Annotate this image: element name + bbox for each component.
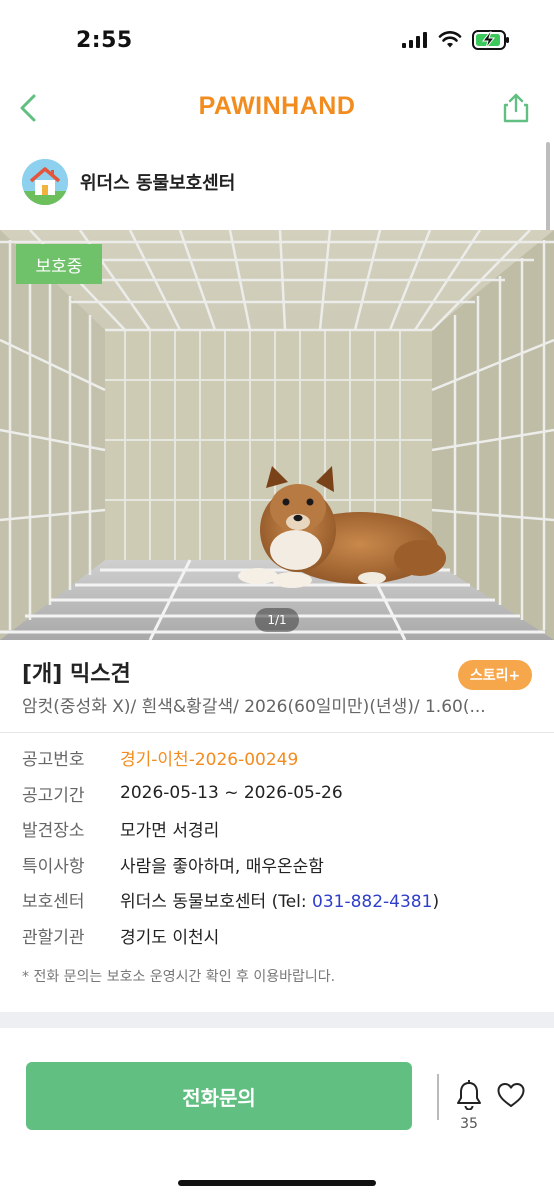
- call-button[interactable]: 전화문의: [26, 1062, 412, 1130]
- photo-page-indicator: 1/1: [255, 608, 299, 632]
- status-bar: 2:55: [0, 0, 554, 80]
- section-separator: [0, 1012, 554, 1028]
- info-label: 특이사항: [22, 856, 85, 877]
- notification-count: 35: [460, 1116, 478, 1132]
- bell-icon: [457, 1080, 481, 1110]
- shelter-contact-value: 위더스 동물보호센터 (Tel: 031-882-4381): [120, 887, 439, 912]
- info-label: 공고기간: [22, 785, 85, 806]
- pet-summary: 암컷(중성화 X)/ 흰색&황갈색/ 2026(60일미만)(년생)/ 1.60…: [22, 697, 486, 717]
- home-indicator[interactable]: [178, 1180, 376, 1186]
- notification-button[interactable]: [452, 1078, 486, 1112]
- action-divider: [437, 1074, 439, 1120]
- info-row-shelter: 보호센터 위더스 동물보호센터 (Tel: 031-882-4381): [22, 882, 532, 918]
- cellular-signal-icon: [402, 32, 427, 48]
- house-icon: [22, 159, 68, 205]
- notice-number-value: 경기-이천-2026-00249: [120, 750, 299, 771]
- shelter-avatar: [22, 159, 68, 205]
- info-label: 보호센터: [22, 892, 85, 913]
- info-row-jurisdiction: 관할기관 경기도 이천시: [22, 918, 532, 954]
- pet-photo-image: [0, 230, 554, 640]
- shelter-header[interactable]: 위더스 동물보호센터: [22, 156, 235, 208]
- info-row-special-notes: 특이사항 사람을 좋아하며, 매우온순함: [22, 847, 532, 883]
- special-notes-value: 사람을 좋아하며, 매우온순함: [120, 856, 324, 877]
- brand-logo: PAWINHAND: [198, 92, 356, 120]
- story-button[interactable]: 스토리+: [458, 660, 532, 690]
- info-label: 공고번호: [22, 750, 85, 771]
- nav-bar: PAWINHAND: [0, 80, 554, 136]
- contact-notice: * 전화 문의는 보호소 운영시간 확인 후 이용바랍니다.: [22, 969, 336, 985]
- favorite-button[interactable]: [494, 1078, 528, 1112]
- pet-title-block: [개] 믹스견 스토리+: [22, 656, 532, 690]
- found-location-value: 모가면 서경리: [120, 821, 220, 842]
- wifi-icon: [438, 31, 462, 48]
- info-label: 발견장소: [22, 821, 85, 842]
- share-button[interactable]: [496, 88, 536, 128]
- pet-title: [개] 믹스견: [22, 662, 131, 687]
- info-table: 공고번호 경기-이천-2026-00249 공고기간 2026-05-13 ~ …: [22, 740, 532, 953]
- shelter-contact-suffix: ): [432, 892, 440, 913]
- notice-period-value: 2026-05-13 ~ 2026-05-26: [120, 783, 343, 804]
- divider: [0, 732, 554, 733]
- info-row-notice-number: 공고번호 경기-이천-2026-00249: [22, 740, 532, 776]
- status-icons: [402, 30, 510, 50]
- share-icon: [503, 93, 529, 123]
- info-row-notice-period: 공고기간 2026-05-13 ~ 2026-05-26: [22, 776, 532, 812]
- shelter-name: 위더스 동물보호센터: [80, 173, 236, 194]
- info-label: 관할기관: [22, 927, 85, 948]
- heart-icon: [497, 1083, 525, 1107]
- jurisdiction-value: 경기도 이천시: [120, 927, 220, 948]
- phone-link[interactable]: 031-882-4381: [312, 892, 432, 912]
- pet-photo[interactable]: 보호중 1/1: [0, 230, 554, 640]
- status-time: 2:55: [76, 28, 133, 53]
- shelter-contact-prefix: 위더스 동물보호센터 (Tel:: [120, 892, 313, 913]
- info-row-found-location: 발견장소 모가면 서경리: [22, 811, 532, 847]
- battery-charging-icon: [472, 30, 509, 50]
- status-badge: 보호중: [16, 244, 102, 284]
